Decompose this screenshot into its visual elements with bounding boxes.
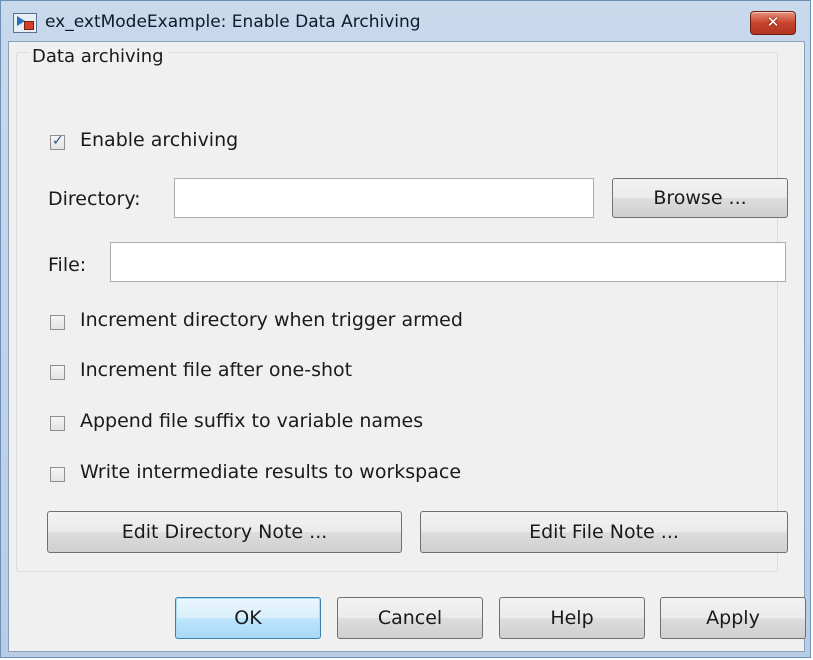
write-intermediate-checkbox[interactable] bbox=[50, 467, 65, 482]
window-title: ex_extModeExample: Enable Data Archiving bbox=[45, 12, 421, 32]
append-suffix-checkbox[interactable] bbox=[50, 416, 65, 431]
edit-file-note-button[interactable]: Edit File Note ... bbox=[420, 511, 788, 553]
increment-file-checkbox[interactable] bbox=[50, 365, 65, 380]
help-button[interactable]: Help bbox=[499, 597, 645, 639]
increment-directory-checkbox[interactable] bbox=[50, 315, 65, 330]
ok-button[interactable]: OK bbox=[175, 597, 321, 639]
title-bar[interactable]: ex_extModeExample: Enable Data Archiving… bbox=[1, 1, 810, 43]
simulink-model-icon bbox=[13, 13, 37, 33]
edit-directory-note-button[interactable]: Edit Directory Note ... bbox=[47, 511, 402, 553]
directory-label: Directory: bbox=[48, 188, 141, 210]
directory-input[interactable] bbox=[174, 178, 594, 218]
close-icon: ✕ bbox=[766, 13, 780, 31]
increment-file-label[interactable]: Increment file after one-shot bbox=[80, 359, 352, 381]
apply-button[interactable]: Apply bbox=[660, 597, 806, 639]
file-input[interactable] bbox=[110, 242, 786, 282]
append-suffix-label[interactable]: Append file suffix to variable names bbox=[80, 410, 423, 432]
file-label: File: bbox=[48, 254, 87, 276]
cancel-button[interactable]: Cancel bbox=[337, 597, 483, 639]
close-button[interactable]: ✕ bbox=[750, 11, 796, 35]
browse-button[interactable]: Browse ... bbox=[612, 178, 788, 218]
increment-directory-label[interactable]: Increment directory when trigger armed bbox=[80, 309, 463, 331]
enable-archiving-label[interactable]: Enable archiving bbox=[80, 129, 238, 151]
enable-archiving-checkbox[interactable] bbox=[50, 133, 65, 150]
write-intermediate-label[interactable]: Write intermediate results to workspace bbox=[80, 461, 461, 483]
group-legend: Data archiving bbox=[28, 46, 168, 67]
